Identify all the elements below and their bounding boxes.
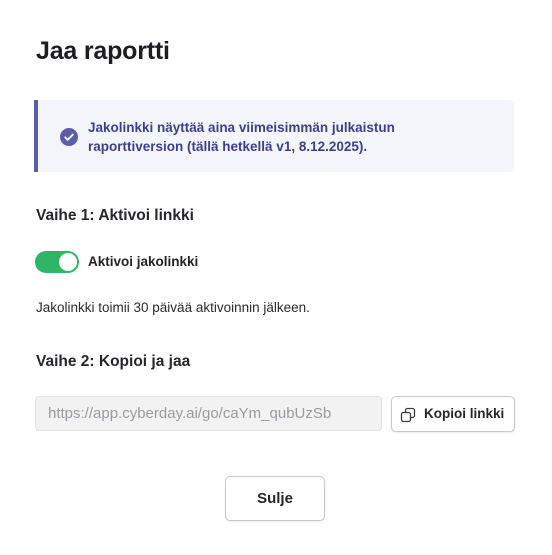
close-button-label: Sulje <box>257 490 293 507</box>
dialog-title: Jaa raportti <box>36 37 170 65</box>
step1-heading: Vaihe 1: Aktivoi linkki <box>36 207 194 224</box>
info-text-line1: Jakolinkki näyttää aina viimeisimmän jul… <box>88 120 395 135</box>
activate-link-toggle[interactable] <box>35 251 79 273</box>
toggle-label: Aktivoi jakolinkki <box>88 254 199 269</box>
info-banner: Jakolinkki näyttää aina viimeisimmän jul… <box>34 100 514 172</box>
share-report-dialog: Jaa raportti Jakolinkki näyttää aina vii… <box>0 0 552 555</box>
info-text: Jakolinkki näyttää aina viimeisimmän jul… <box>88 118 488 156</box>
copy-icon <box>400 407 416 423</box>
close-button[interactable]: Sulje <box>225 476 325 521</box>
check-circle-icon <box>60 128 78 146</box>
toggle-knob <box>59 253 77 271</box>
copy-link-button[interactable]: Kopioi linkki <box>391 396 515 432</box>
info-text-line2: raporttiversion (tällä hetkellä v1, 8.12… <box>88 139 368 154</box>
step2-heading: Vaihe 2: Kopioi ja jaa <box>36 353 191 370</box>
link-validity-note: Jakolinkki toimii 30 päivää aktivoinnin … <box>36 300 310 315</box>
share-url-field[interactable]: https://app.cyberday.ai/go/caYm_qubUzSb <box>35 396 382 431</box>
copy-link-label: Kopioi linkki <box>424 406 505 421</box>
